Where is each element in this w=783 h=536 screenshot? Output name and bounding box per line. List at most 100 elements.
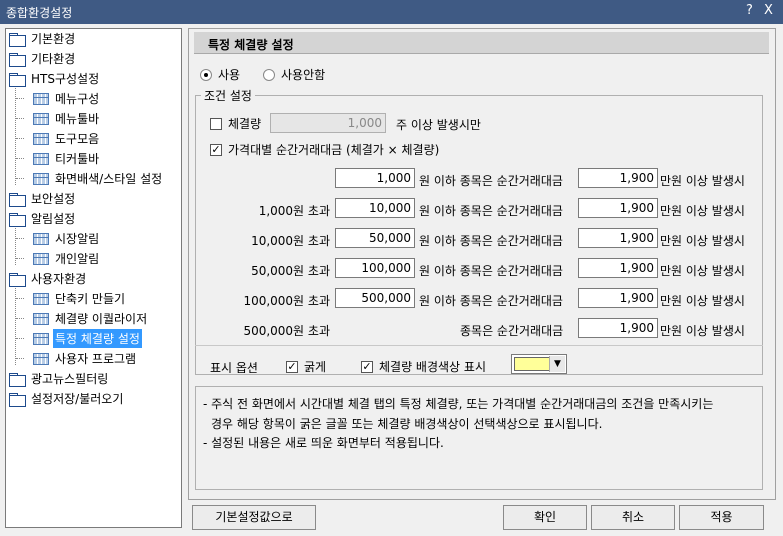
- bold-label: 굵게: [304, 360, 327, 374]
- checkbox-box: [210, 117, 222, 130]
- tree-item-user-env[interactable]: 사용자환경: [9, 269, 88, 288]
- folder-icon: [9, 52, 26, 67]
- tree-item-user-program[interactable]: 사용자 프로그램: [33, 349, 138, 368]
- tree-item-personal-alert[interactable]: 개인알림: [33, 249, 101, 268]
- folder-icon: [9, 192, 26, 207]
- panel-header: 특정 체결량 설정: [194, 32, 769, 54]
- tree-item-security[interactable]: 보안설정: [9, 189, 77, 208]
- chevron-down-icon[interactable]: ▼: [549, 356, 565, 372]
- tree-item-screen-style[interactable]: 화면배색/스타일 설정: [33, 169, 164, 188]
- row-mid: 원 이하 종목은 순간거래대금: [419, 174, 563, 188]
- tree-item-etc[interactable]: 기타환경: [9, 49, 77, 68]
- price-checkbox[interactable]: ✓ 가격대별 순간거래대금 (체결가 × 체결량): [210, 141, 439, 158]
- tree-item-label: HTS구성설정: [31, 72, 100, 86]
- tree-item-specific-volume[interactable]: 특정 체결량 설정: [33, 329, 142, 348]
- tree-item-label: 설정저장/불러오기: [31, 392, 124, 406]
- default-settings-button[interactable]: 기본설정값으로: [192, 505, 316, 530]
- row-suffix: 만원 이상 발생시: [660, 234, 745, 248]
- tree-item-hts-config[interactable]: HTS구성설정: [9, 69, 101, 88]
- grid-icon: [33, 252, 49, 265]
- price-input[interactable]: 50,000: [335, 228, 415, 248]
- cancel-button[interactable]: 취소: [591, 505, 675, 530]
- row-mid: 원 이하 종목은 순간거래대금: [419, 264, 563, 278]
- price-input[interactable]: 100,000: [335, 258, 415, 278]
- close-button[interactable]: X: [764, 3, 773, 18]
- tree-item-ticker-toolbar[interactable]: 티커툴바: [33, 149, 101, 168]
- bg-color-checkbox[interactable]: ✓ 체결량 배경색상 표시: [361, 358, 486, 375]
- tree-item-label: 사용자환경: [31, 272, 87, 286]
- tree-item-shortcuts[interactable]: 단축키 만들기: [33, 289, 127, 308]
- tree-item-label: 기본환경: [31, 32, 76, 46]
- radio-nouse-label: 사용안함: [281, 68, 326, 82]
- volume-checkbox[interactable]: 체결량: [210, 115, 261, 132]
- tree-item-market-alert[interactable]: 시장알림: [33, 229, 101, 248]
- bg-label: 체결량 배경색상 표시: [379, 360, 486, 374]
- radio-dot: [200, 68, 212, 81]
- display-options-label: 표시 옵션: [210, 361, 258, 375]
- tree-item-volume-equalizer[interactable]: 체결량 이퀄라이저: [33, 309, 149, 328]
- row-suffix: 만원 이상 발생시: [660, 204, 745, 218]
- tree-connector: [16, 258, 24, 259]
- settings-panel: 특정 체결량 설정 사용 사용안함 조건 설정 체결량 1,000 주 이상 발…: [188, 28, 776, 500]
- tree-item-basic[interactable]: 기본환경: [9, 29, 77, 48]
- radio-dot: [263, 68, 275, 81]
- grid-icon: [33, 112, 49, 125]
- price-input[interactable]: 10,000: [335, 198, 415, 218]
- row-prefix: 1,000원 초과: [258, 204, 330, 218]
- tree-item-label: 보안설정: [31, 192, 76, 206]
- tree-item-tools[interactable]: 도구모음: [33, 129, 101, 148]
- radio-use[interactable]: 사용: [200, 66, 240, 83]
- apply-button[interactable]: 적용: [679, 505, 764, 530]
- grid-icon: [33, 232, 49, 245]
- folder-icon: [9, 272, 26, 287]
- tree-item-save-load[interactable]: 설정저장/불러오기: [9, 389, 125, 408]
- tree-item-menu-toolbar[interactable]: 메뉴툴바: [33, 109, 101, 128]
- row-prefix: 500,000원 초과: [243, 324, 330, 338]
- tree-item-ad-news-filter[interactable]: 광고뉴스필터링: [9, 369, 110, 388]
- tree-connector: [16, 358, 24, 359]
- tree-connector: [16, 138, 24, 139]
- tree-connector: [16, 98, 24, 99]
- price-input[interactable]: 1,000: [335, 168, 415, 188]
- amount-input[interactable]: 1,900: [578, 288, 658, 308]
- row-suffix: 만원 이상 발생시: [660, 324, 745, 338]
- folder-icon: [9, 392, 26, 407]
- tree-item-label: 광고뉴스필터링: [31, 372, 109, 386]
- amount-input[interactable]: 1,900: [578, 318, 658, 338]
- condition-group-title: 조건 설정: [201, 87, 255, 104]
- grid-icon: [33, 312, 49, 325]
- radio-nouse[interactable]: 사용안함: [263, 66, 325, 83]
- tree-connector: [16, 318, 24, 319]
- amount-input[interactable]: 1,900: [578, 258, 658, 278]
- tree-connector: [15, 79, 16, 185]
- row-suffix: 만원 이상 발생시: [660, 294, 745, 308]
- bg-color-dropdown[interactable]: ▼: [511, 354, 567, 374]
- amount-input[interactable]: 1,900: [578, 228, 658, 248]
- tree-connector: [16, 158, 24, 159]
- settings-tree: 기본환경 기타환경 HTS구성설정 메뉴구성 메뉴툴바 도구모음 티커툴바 화면…: [5, 28, 182, 528]
- grid-icon: [33, 132, 49, 145]
- window-title: 종합환경설정: [6, 6, 73, 20]
- amount-input[interactable]: 1,900: [578, 198, 658, 218]
- folder-icon: [9, 72, 26, 87]
- bold-checkbox[interactable]: ✓ 굵게: [286, 358, 326, 375]
- tree-item-label: 메뉴툴바: [55, 112, 100, 126]
- checkbox-box: ✓: [286, 359, 298, 373]
- folder-icon: [9, 32, 26, 47]
- grid-icon: [33, 292, 49, 305]
- tree-connector: [16, 118, 24, 119]
- help-button[interactable]: ?: [746, 3, 753, 18]
- ok-button[interactable]: 확인: [503, 505, 587, 530]
- color-swatch: [514, 357, 550, 371]
- tree-item-menu-config[interactable]: 메뉴구성: [33, 89, 101, 108]
- price-input[interactable]: 500,000: [335, 288, 415, 308]
- tree-connector: [16, 178, 24, 179]
- title-bar: 종합환경설정 ? X: [0, 0, 783, 24]
- tree-item-label: 개인알림: [55, 252, 100, 266]
- volume-input[interactable]: 1,000: [270, 113, 386, 133]
- tree-item-alerts[interactable]: 알림설정: [9, 209, 77, 228]
- tree-connector: [16, 298, 24, 299]
- grid-icon: [33, 152, 49, 165]
- amount-input[interactable]: 1,900: [578, 168, 658, 188]
- price-check-label: 가격대별 순간거래대금 (체결가 × 체결량): [228, 143, 440, 157]
